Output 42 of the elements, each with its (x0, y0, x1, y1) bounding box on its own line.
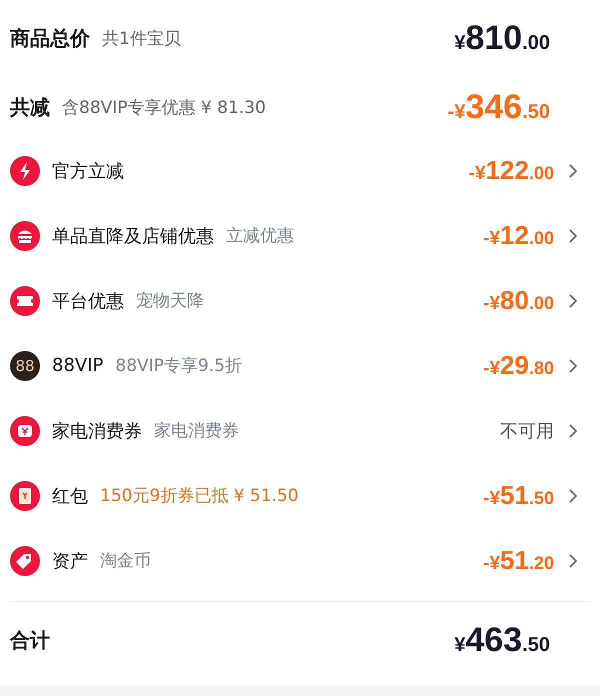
discount-label: 单品直降及店铺优惠 (52, 224, 214, 248)
price-text: -¥346.50 (448, 88, 550, 126)
price-text: -¥51.50 (483, 480, 554, 511)
discount-label: 88VIP (52, 355, 104, 376)
price-text: ¥810.00 (454, 18, 550, 58)
tag-icon (10, 546, 40, 576)
price-text: -¥29.80 (483, 350, 554, 381)
voucher-icon (10, 416, 40, 446)
price-text: -¥80.00 (483, 285, 554, 316)
price-text: -¥51.20 (483, 545, 554, 576)
vip-icon: 88 (10, 350, 40, 380)
discount-label: 家电消费券 (52, 420, 142, 442)
section-title: 共减 (10, 94, 50, 120)
total-label: 合计 (10, 626, 50, 654)
price-text: -¥122.00 (468, 155, 554, 186)
chevron-right-icon[interactable] (568, 358, 578, 374)
discount-note: 宠物天降 (136, 290, 204, 312)
discount-note: 淘金币 (100, 550, 151, 572)
discount-label: 红包 (52, 484, 88, 508)
ticket-icon (10, 286, 40, 316)
discount-note: 150元9折券已抵 ¥ 51.50 (100, 485, 299, 507)
chevron-right-icon[interactable] (568, 162, 578, 178)
discount-label: 官方立减 (52, 160, 124, 182)
lightning-icon (10, 156, 40, 186)
chevron-right-icon[interactable] (568, 488, 578, 504)
chevron-right-icon[interactable] (568, 422, 578, 438)
item-count: 共1件宝贝 (102, 28, 181, 50)
chevron-right-icon[interactable] (568, 228, 578, 244)
price-text: ¥463.50 (454, 620, 550, 660)
discount-note: 含88VIP专享优惠 ¥ 81.30 (62, 96, 266, 118)
chevron-right-icon[interactable] (568, 292, 578, 308)
store-icon (10, 220, 40, 250)
envelope-icon (10, 480, 40, 510)
discount-note: 88VIP专享9.5折 (115, 355, 242, 377)
price-text: -¥12.00 (483, 220, 554, 251)
status-text: 不可用 (500, 420, 554, 442)
discount-label: 资产 (52, 550, 88, 572)
chevron-right-icon[interactable] (568, 552, 578, 568)
discount-label: 平台优惠 (52, 290, 124, 312)
discount-note: 家电消费券 (154, 420, 239, 442)
discount-note: 立减优惠 (226, 225, 294, 247)
section-title: 商品总价 (10, 24, 90, 52)
